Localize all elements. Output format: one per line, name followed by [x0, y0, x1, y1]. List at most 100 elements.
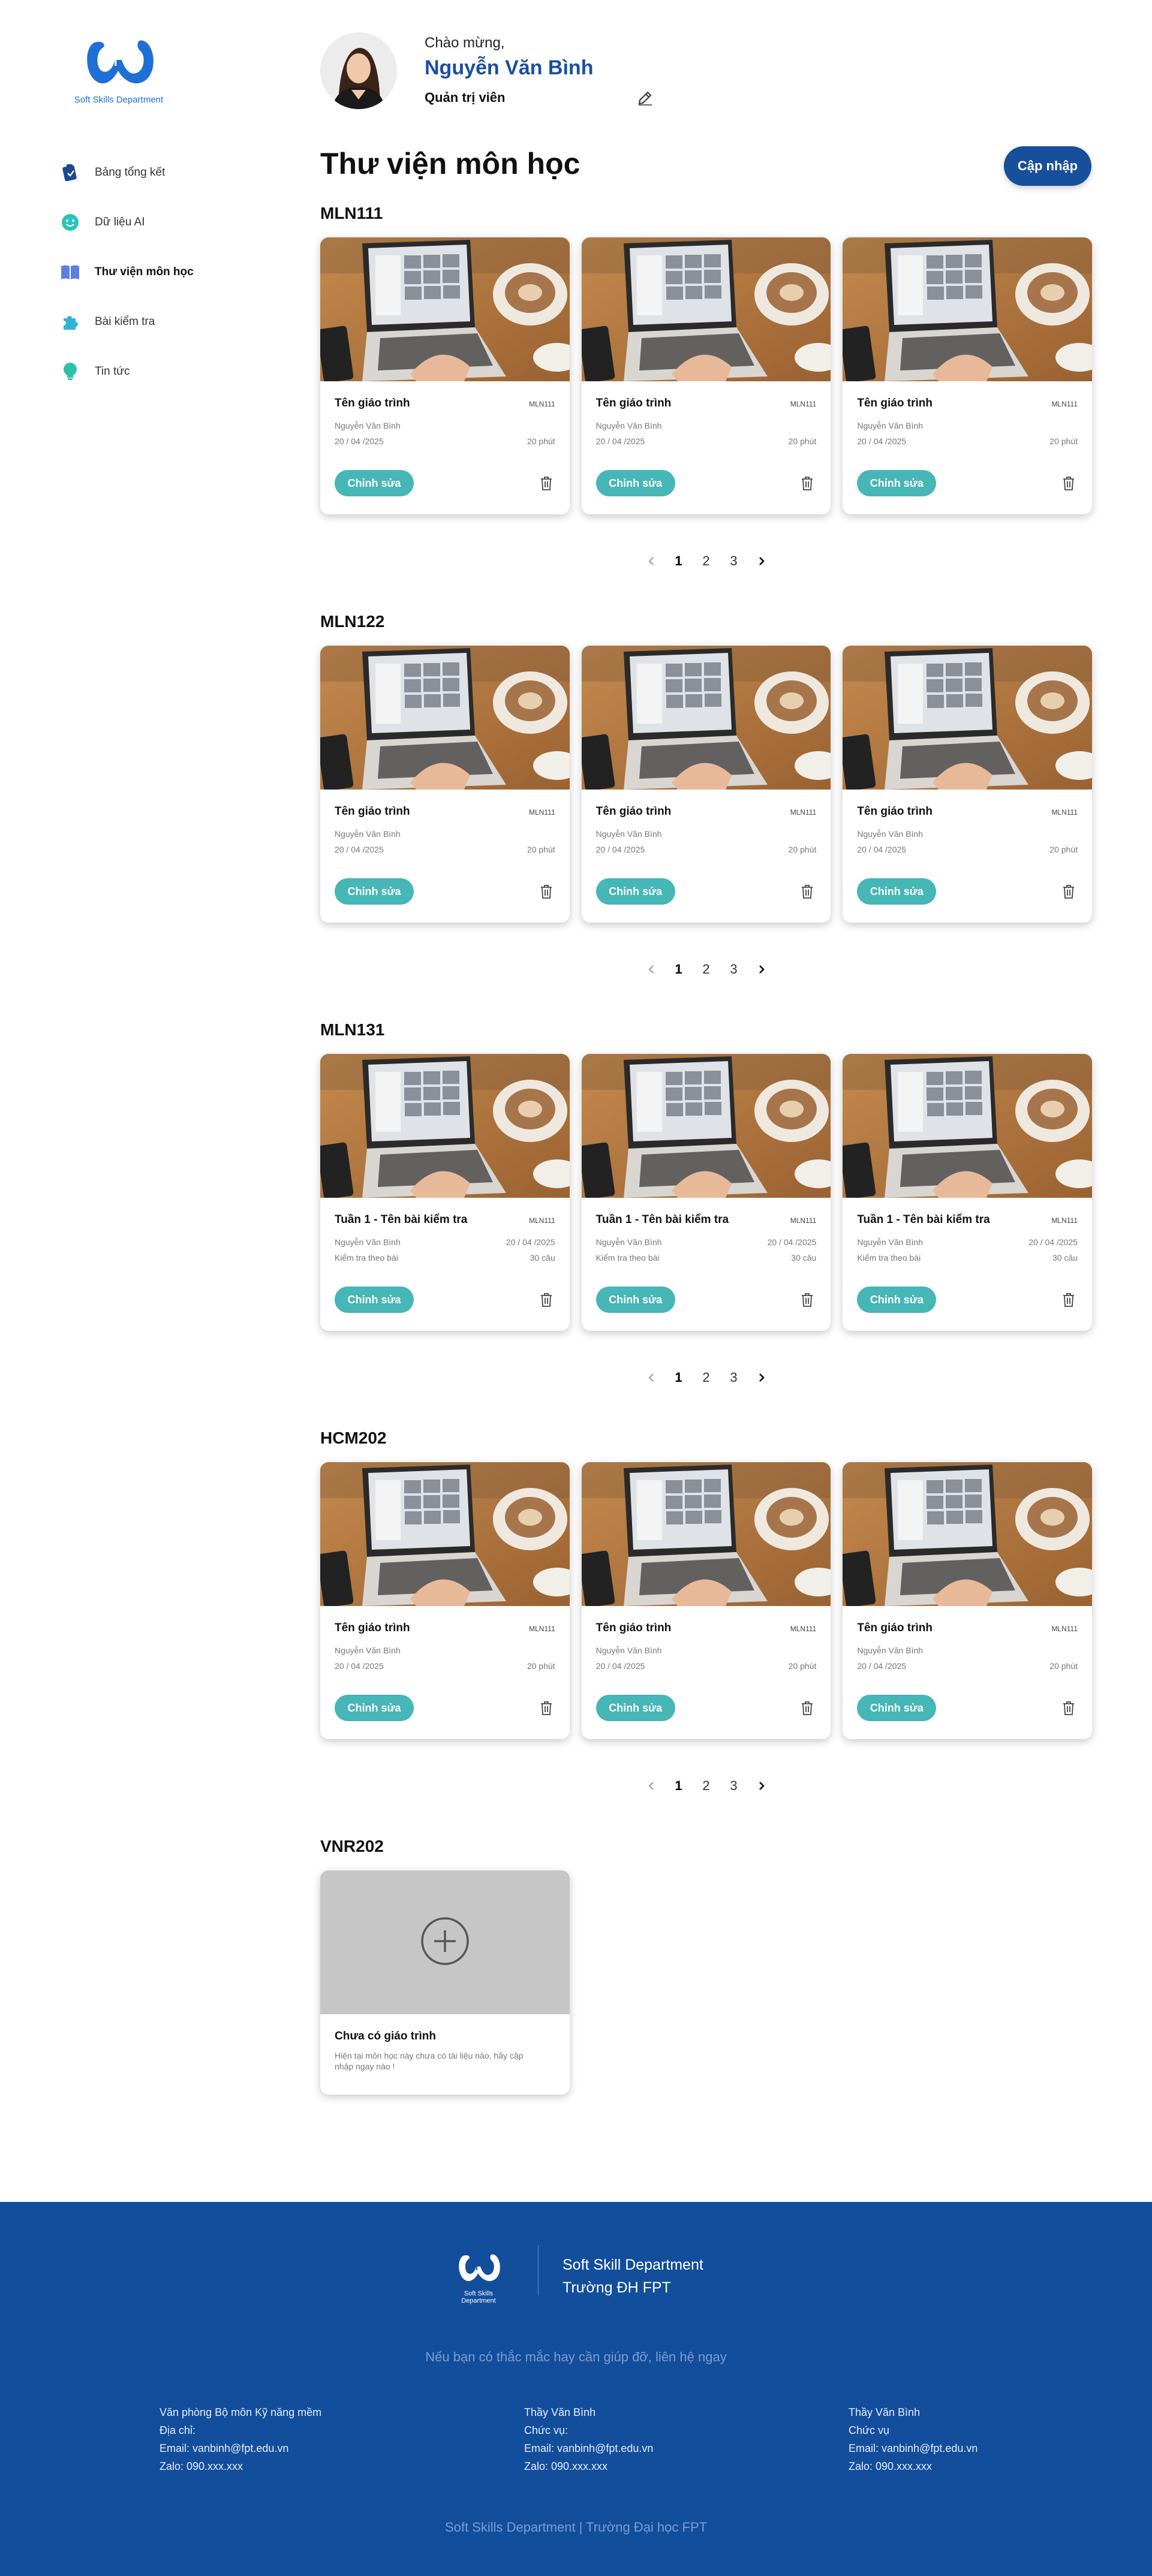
next-page-icon[interactable]: [748, 1781, 775, 1791]
contact-email[interactable]: Email: vanbinh@fpt.edu.vn: [524, 2439, 653, 2457]
trash-icon[interactable]: [537, 1699, 555, 1717]
page-number[interactable]: 2: [693, 1370, 720, 1385]
section-title: MLN131: [320, 1020, 385, 1039]
edit-profile-icon[interactable]: [636, 89, 654, 107]
course-card[interactable]: Tên giáo trình MLN111 Nguyễn Văn Bình 20 …: [320, 237, 570, 514]
card-author: Nguyễn Văn Bình: [335, 829, 401, 839]
page-number[interactable]: 3: [720, 1370, 748, 1385]
page-number[interactable]: 2: [693, 962, 720, 977]
card-date: 20 / 04 /2025: [335, 845, 384, 854]
trash-icon[interactable]: [798, 1291, 816, 1309]
prev-page-icon[interactable]: [637, 965, 665, 974]
page-number[interactable]: 2: [693, 553, 720, 569]
edit-button[interactable]: Chỉnh sửa: [595, 1695, 675, 1721]
course-card[interactable]: Tên giáo trình MLN111 Nguyễn Văn Bình 20 …: [843, 646, 1093, 923]
card-question-count: 30 câu: [530, 1253, 555, 1263]
course-card[interactable]: Tên giáo trình MLN111 Nguyễn Văn Bình 20 …: [320, 1462, 570, 1739]
card-author: Nguyễn Văn Bình: [857, 1646, 924, 1655]
edit-button[interactable]: Chỉnh sửa: [335, 878, 414, 905]
edit-button[interactable]: Chỉnh sửa: [857, 470, 937, 496]
update-button[interactable]: Cập nhập: [1004, 146, 1091, 186]
trash-icon[interactable]: [798, 882, 816, 900]
sidebar-item-label: Bài kiểm tra: [95, 315, 155, 328]
footer-dept-name: Soft Skill Department: [563, 2256, 703, 2273]
card-test-type: Kiểm tra theo bài: [857, 1253, 921, 1263]
add-circle-icon[interactable]: [420, 1916, 470, 1969]
card-test-type: Kiểm tra theo bài: [595, 1253, 660, 1263]
test-card[interactable]: Tuần 1 - Tên bài kiểm tra MLN111 Nguyễn V…: [581, 1054, 831, 1331]
test-card[interactable]: Tuần 1 - Tên bài kiểm tra MLN111 Nguyễn V…: [320, 1054, 570, 1331]
trash-icon[interactable]: [1060, 1699, 1078, 1717]
page-number[interactable]: 1: [665, 1370, 693, 1385]
add-course-area[interactable]: [320, 1870, 570, 2014]
trash-icon[interactable]: [1060, 474, 1078, 492]
edit-button[interactable]: Chỉnh sửa: [335, 1287, 414, 1313]
edit-button[interactable]: Chỉnh sửa: [857, 1695, 937, 1721]
trash-icon[interactable]: [1060, 882, 1078, 900]
prev-page-icon[interactable]: [637, 1781, 665, 1791]
trash-icon[interactable]: [537, 1291, 555, 1309]
contact-line: Chức vụ:: [524, 2424, 569, 2436]
course-card[interactable]: Tên giáo trình MLN111 Nguyễn Văn Bình 20 …: [843, 1462, 1093, 1739]
sidebar-item-tests[interactable]: Bài kiểm tra: [60, 297, 194, 347]
card-title: Tuần 1 - Tên bài kiểm tra: [857, 1213, 990, 1226]
sidebar-item-summary[interactable]: Bảng tổng kết: [60, 147, 194, 197]
card-code: MLN111: [1051, 808, 1078, 817]
brand-logo[interactable]: SI Soft Skills Department: [65, 31, 173, 105]
page-number[interactable]: 1: [665, 1778, 693, 1794]
sidebar-item-news[interactable]: Tin tức: [60, 347, 194, 396]
edit-button[interactable]: Chỉnh sửa: [595, 470, 675, 496]
card-author: Nguyễn Văn Bình: [335, 421, 401, 430]
card-author: Nguyễn Văn Bình: [857, 421, 924, 430]
page-number[interactable]: 3: [720, 553, 748, 569]
next-page-icon[interactable]: [748, 556, 775, 566]
page-number[interactable]: 3: [720, 962, 748, 977]
empty-course-card[interactable]: Chưa có giáo trình Hiện tại môn học này …: [320, 1870, 570, 2095]
avatar[interactable]: [320, 32, 397, 109]
prev-page-icon[interactable]: [637, 1373, 665, 1382]
trash-icon[interactable]: [537, 882, 555, 900]
course-card[interactable]: Tên giáo trình MLN111 Nguyễn Văn Bình 20 …: [581, 237, 831, 514]
sidebar: SI Soft Skills Department Bảng tổng kết …: [0, 0, 252, 2200]
edit-button[interactable]: Chỉnh sửa: [595, 1287, 675, 1313]
course-card[interactable]: Tên giáo trình MLN111 Nguyễn Văn Bình 20 …: [320, 646, 570, 923]
card-duration: 20 phút: [788, 1661, 817, 1671]
trash-icon[interactable]: [537, 474, 555, 492]
contact-zalo: Zalo: 090.xxx.xxx: [849, 2460, 933, 2472]
edit-button[interactable]: Chỉnh sửa: [857, 1287, 937, 1313]
course-card[interactable]: Tên giáo trình MLN111 Nguyễn Văn Bình 20 …: [581, 646, 831, 923]
trash-icon[interactable]: [798, 474, 816, 492]
footer-logo[interactable]: SI Soft Skills Department: [449, 2249, 509, 2304]
card-date: 20 / 04 /2025: [335, 1661, 384, 1671]
edit-button[interactable]: Chỉnh sửa: [335, 470, 414, 496]
card-row: Tên giáo trình MLN111 Nguyễn Văn Bình 20 …: [320, 646, 1093, 923]
test-card[interactable]: Tuần 1 - Tên bài kiểm tra MLN111 Nguyễn V…: [843, 1054, 1093, 1331]
card-question-count: 30 câu: [1052, 1253, 1078, 1263]
edit-button[interactable]: Chỉnh sửa: [335, 1695, 414, 1721]
page-number[interactable]: 1: [665, 553, 693, 569]
card-date: 20 / 04 /2025: [335, 436, 384, 446]
empty-card-description: Hiện tại môn học này chưa có tài liệu nà…: [335, 2051, 524, 2071]
card-title: Tên giáo trình: [595, 805, 672, 818]
card-code: MLN111: [790, 808, 817, 817]
card-code: MLN111: [1051, 400, 1078, 408]
trash-icon[interactable]: [1060, 1291, 1078, 1309]
contact-email[interactable]: Email: vanbinh@fpt.edu.vn: [160, 2439, 321, 2457]
page-number[interactable]: 3: [720, 1778, 748, 1794]
course-card[interactable]: Tên giáo trình MLN111 Nguyễn Văn Bình 20 …: [843, 237, 1093, 514]
next-page-icon[interactable]: [748, 1373, 775, 1382]
prev-page-icon[interactable]: [637, 556, 665, 566]
page-number[interactable]: 1: [665, 962, 693, 977]
card-duration: 20 phút: [527, 436, 555, 446]
sidebar-item-ai-data[interactable]: Dữ liệu AI: [60, 197, 194, 247]
next-page-icon[interactable]: [748, 965, 775, 974]
edit-button[interactable]: Chỉnh sửa: [857, 878, 937, 905]
contact-email[interactable]: Email: vanbinh@fpt.edu.vn: [849, 2439, 977, 2457]
trash-icon[interactable]: [798, 1699, 816, 1717]
course-card[interactable]: Tên giáo trình MLN111 Nguyễn Văn Bình 20 …: [581, 1462, 831, 1739]
page-number[interactable]: 2: [693, 1778, 720, 1794]
puzzle-icon: [60, 312, 80, 332]
sidebar-item-library[interactable]: Thư viện môn học: [60, 247, 194, 297]
edit-button[interactable]: Chỉnh sửa: [595, 878, 675, 905]
card-title: Tên giáo trình: [335, 1622, 410, 1634]
